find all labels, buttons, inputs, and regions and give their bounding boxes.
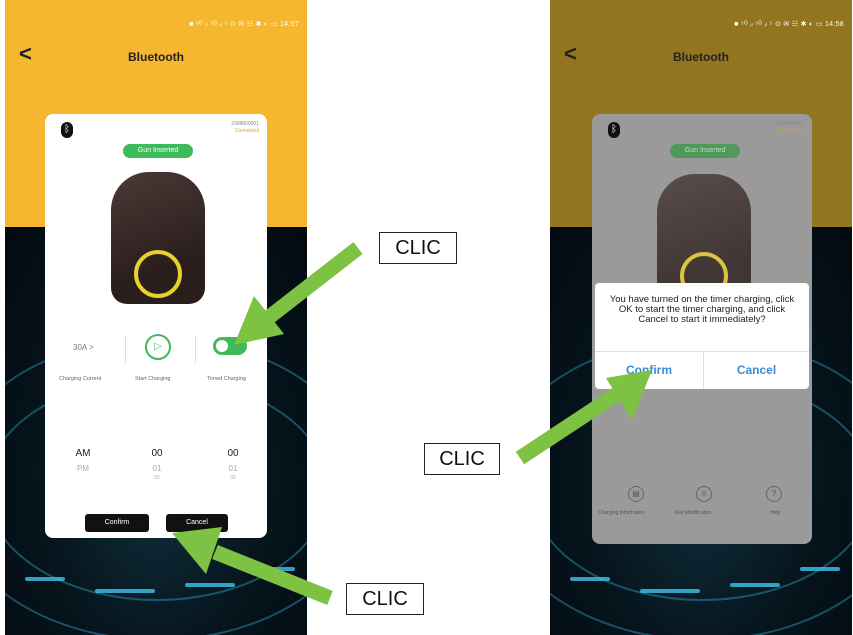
clic-callout-bottom: CLIC xyxy=(346,583,424,615)
dialog-confirm-button[interactable]: Confirm xyxy=(595,352,703,389)
clic-callout-top: CLIC xyxy=(379,232,457,264)
time-picker[interactable]: AM PM 00 01 02 00 01 02 xyxy=(45,442,267,512)
picker-ampm-option[interactable]: PM xyxy=(63,464,103,473)
confirm-button[interactable]: Confirm xyxy=(85,514,149,532)
picker-hour-option[interactable]: 02 xyxy=(137,475,177,481)
timed-charging-toggle[interactable] xyxy=(213,337,247,355)
cancel-button[interactable]: Cancel xyxy=(166,514,228,532)
divider xyxy=(125,335,126,363)
bluetooth-icon: ᛒ xyxy=(61,122,73,138)
picker-minute-option[interactable]: 01 xyxy=(213,464,253,473)
right-phone-screen: ■ ⁵ᴳ ᵢₗ ⁵ᴳ ᵢₗ ⁵ ⊙ ✉ ☷ ✱ ◐ ▭ 14:58 < Blue… xyxy=(550,0,852,635)
picker-minute-selected[interactable]: 00 xyxy=(213,448,253,459)
timer-confirm-dialog: You have turned on the timer charging, c… xyxy=(595,283,809,389)
picker-minute-option[interactable]: 02 xyxy=(213,475,253,481)
dialog-message: You have turned on the timer charging, c… xyxy=(609,294,795,325)
timed-charging-label: Timed Charging xyxy=(207,376,246,382)
device-info: 2308800001 Connected xyxy=(231,121,259,135)
key-icon[interactable]: ⌾ xyxy=(696,486,712,502)
footer-menu: ▤ Charging Information ⌾ Key Modificatio… xyxy=(592,486,812,526)
charger-device-image xyxy=(111,172,205,304)
device-info: 2308800001 Connected xyxy=(776,121,804,135)
status-bar: ■ ⁵ᴳ ᵢₗ ⁵ᴳ ᵢₗ ⁵ ⊙ ✉ ☷ ✱ ◐ ▭ 14:57 xyxy=(189,21,299,28)
status-bar: ■ ⁵ᴳ ᵢₗ ⁵ᴳ ᵢₗ ⁵ ⊙ ✉ ☷ ✱ ◐ ▭ 14:58 xyxy=(734,21,844,28)
start-charging-label: Start Charging xyxy=(135,376,171,382)
divider xyxy=(195,335,196,363)
footer-label: Help xyxy=(770,510,781,516)
picker-hour-selected[interactable]: 00 xyxy=(137,448,177,459)
document-icon[interactable]: ▤ xyxy=(628,486,644,502)
page-title: Bluetooth xyxy=(673,50,729,64)
charging-card: ᛒ 2308800001 Connected Gun Inserted 30A … xyxy=(45,114,267,538)
clic-callout-middle: CLIC xyxy=(424,443,500,475)
footer-label: Key Modification xyxy=(675,510,712,516)
device-id: 2308800001 xyxy=(231,121,259,127)
gun-inserted-badge: Gun Inserted xyxy=(123,144,193,158)
dialog-cancel-button[interactable]: Cancel xyxy=(704,352,809,389)
connection-status: Connected xyxy=(234,128,259,134)
bluetooth-icon: ᛒ xyxy=(608,122,620,138)
help-icon[interactable]: ? xyxy=(766,486,782,502)
control-row: 30A > ▷ xyxy=(45,329,267,369)
toggle-knob xyxy=(216,340,228,352)
start-charging-button[interactable]: ▷ xyxy=(145,334,171,360)
charging-current-label: Charging Current xyxy=(59,376,102,382)
footer-label: Charging Information xyxy=(598,510,645,516)
charger-ring-icon xyxy=(134,250,182,298)
left-phone-screen: ■ ⁵ᴳ ᵢₗ ⁵ᴳ ᵢₗ ⁵ ⊙ ✉ ☷ ✱ ◐ ▭ 14:57 < Blue… xyxy=(5,0,307,635)
page-title: Bluetooth xyxy=(128,50,184,64)
picker-ampm-selected[interactable]: AM xyxy=(63,448,103,459)
charging-current-value[interactable]: 30A > xyxy=(73,343,94,352)
connection-status: Connected xyxy=(779,128,804,134)
device-id: 2308800001 xyxy=(776,121,804,127)
gun-inserted-badge: Gun Inserted xyxy=(670,144,740,158)
picker-hour-option[interactable]: 01 xyxy=(137,464,177,473)
